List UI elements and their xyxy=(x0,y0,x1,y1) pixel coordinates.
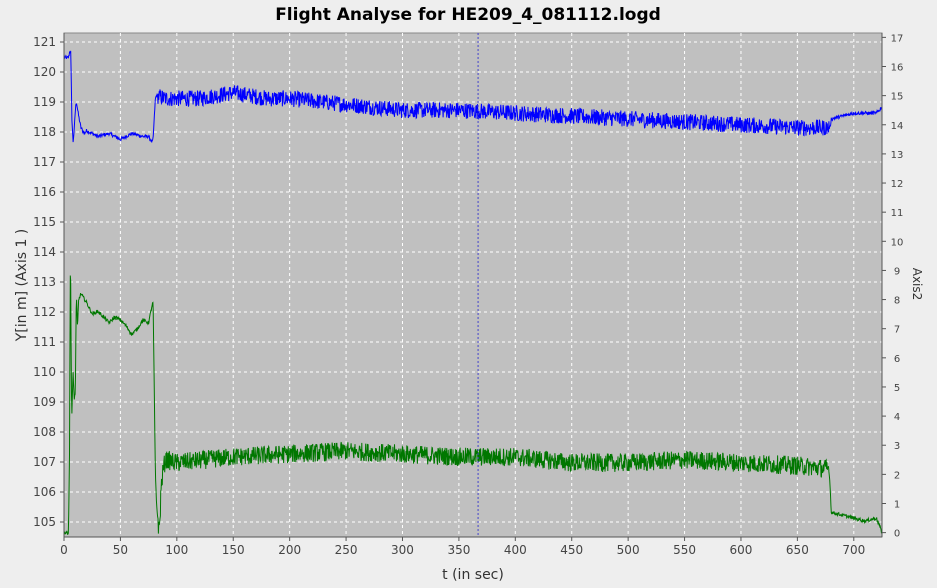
y-tick-label: 114 xyxy=(33,245,56,259)
y2-tick-label: 6 xyxy=(894,354,900,365)
y2-tick-label: 14 xyxy=(891,121,904,132)
y2-tick-label: 10 xyxy=(891,237,904,248)
y2-tick-label: 0 xyxy=(894,529,900,540)
y-tick-label: 108 xyxy=(33,425,56,439)
x-tick-label: 500 xyxy=(617,543,640,557)
x-tick-label: 600 xyxy=(730,543,753,557)
y2-tick-label: 8 xyxy=(894,296,900,307)
y-tick-label: 105 xyxy=(33,515,56,529)
y-tick-label: 110 xyxy=(33,365,56,379)
y2-tick-label: 1 xyxy=(894,499,900,510)
x-tick-label: 650 xyxy=(786,543,809,557)
y2-tick-label: 4 xyxy=(894,412,900,423)
y-tick-label: 121 xyxy=(33,35,56,49)
y-tick-label: 117 xyxy=(33,155,56,169)
x-tick-label: 250 xyxy=(335,543,358,557)
x-tick-label: 450 xyxy=(560,543,583,557)
y-tick-label: 106 xyxy=(33,485,56,499)
y-tick-label: 115 xyxy=(33,215,56,229)
y2-tick-label: 7 xyxy=(894,325,900,336)
y2-tick-label: 17 xyxy=(891,33,904,44)
y-tick-label: 120 xyxy=(33,65,56,79)
x-tick-label: 300 xyxy=(391,543,414,557)
x-tick-label: 150 xyxy=(222,543,245,557)
y-tick-label: 113 xyxy=(33,275,56,289)
y-axis-label: Y[in m] (Axis 1 ) xyxy=(14,229,30,343)
y2-tick-label: 9 xyxy=(894,266,900,277)
x-tick-label: 350 xyxy=(447,543,470,557)
x-tick-label: 0 xyxy=(60,543,68,557)
x-tick-label: 700 xyxy=(842,543,865,557)
y-tick-label: 118 xyxy=(33,125,56,139)
y2-axis-label: Axis2 xyxy=(910,268,924,301)
flight-chart[interactable]: Flight Analyse for HE209_4_081112.logd 0… xyxy=(0,0,937,588)
y-tick-label: 119 xyxy=(33,95,56,109)
x-tick-label: 550 xyxy=(673,543,696,557)
x-tick-label: 50 xyxy=(113,543,128,557)
y2-tick-label: 5 xyxy=(894,383,900,394)
y2-tick-label: 16 xyxy=(891,63,904,74)
y2-tick-label: 13 xyxy=(891,150,904,161)
y2-tick-label: 12 xyxy=(891,179,904,190)
y-tick-label: 107 xyxy=(33,455,56,469)
x-tick-label: 100 xyxy=(165,543,188,557)
x-tick-label: 200 xyxy=(278,543,301,557)
y-tick-label: 116 xyxy=(33,185,56,199)
y-tick-label: 109 xyxy=(33,395,56,409)
y2-tick-label: 3 xyxy=(894,441,900,452)
chart-title: Flight Analyse for HE209_4_081112.logd xyxy=(275,5,661,25)
x-tick-label: 400 xyxy=(504,543,527,557)
y2-tick-label: 15 xyxy=(891,92,904,103)
y-tick-label: 112 xyxy=(33,305,56,319)
y2-tick-label: 2 xyxy=(894,470,900,481)
y2-tick-label: 11 xyxy=(891,208,904,219)
x-axis-label: t (in sec) xyxy=(442,567,504,583)
y-tick-label: 111 xyxy=(33,335,56,349)
